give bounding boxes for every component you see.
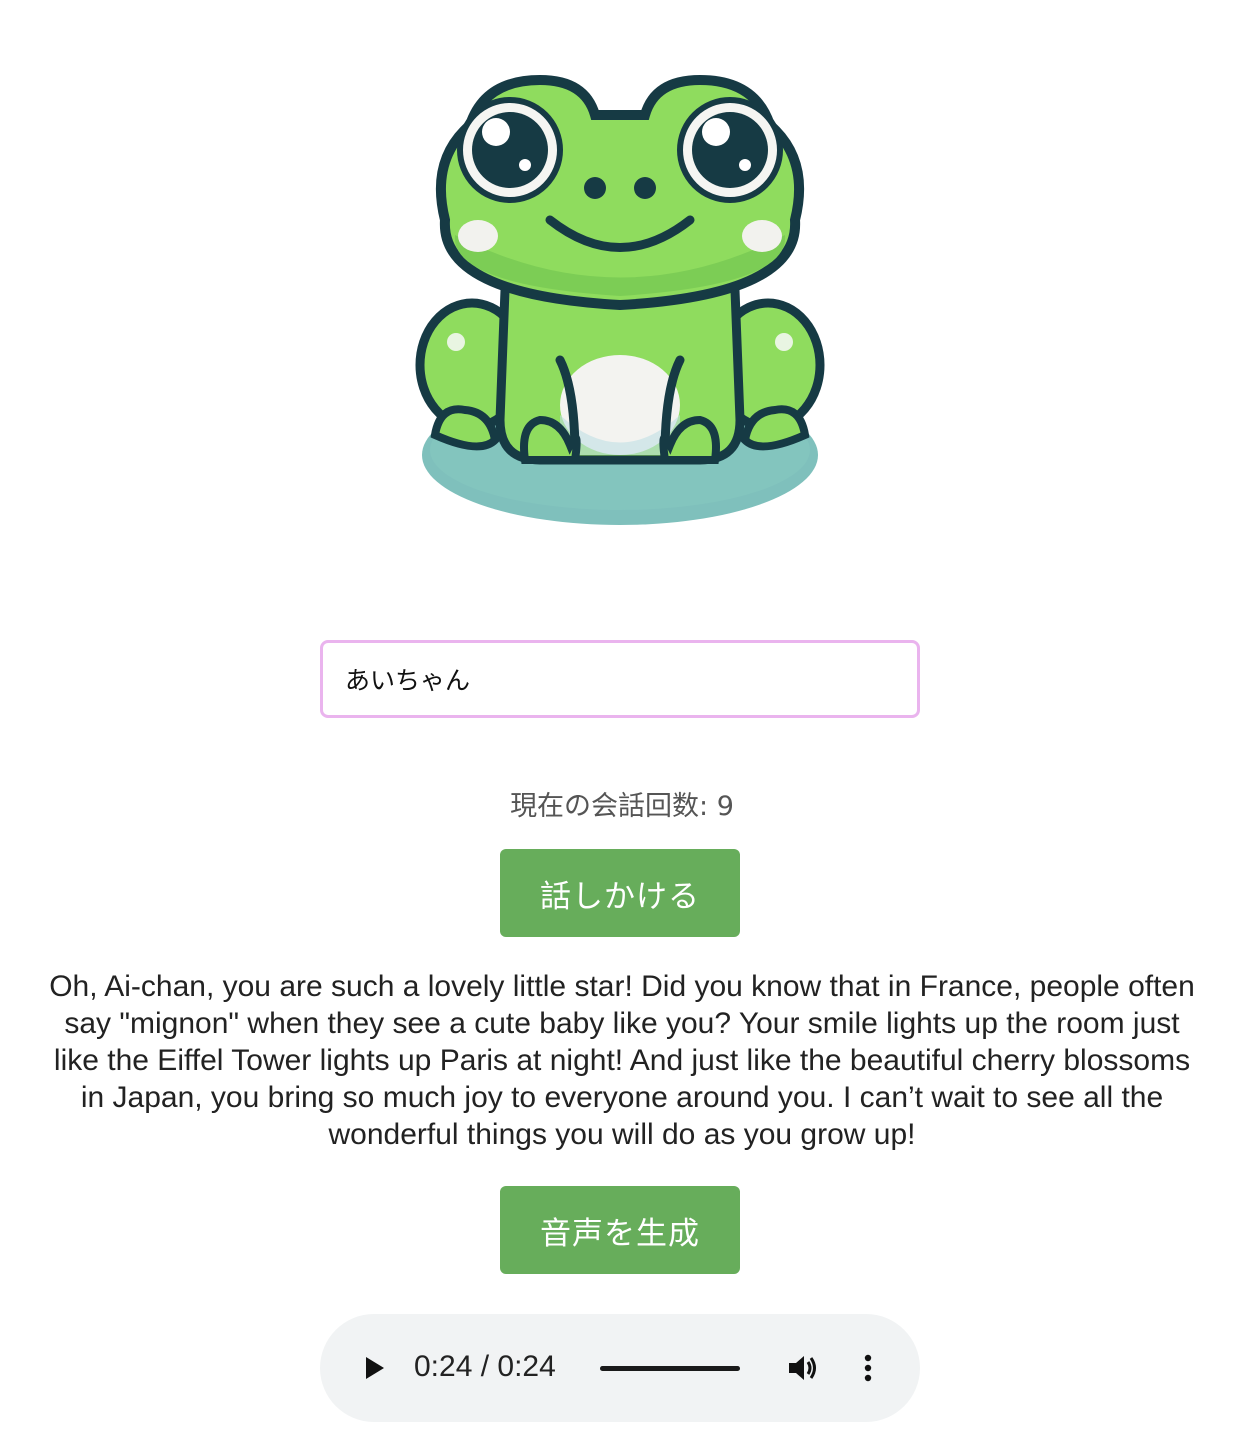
page: 現在の会話回数: 9 話しかける Oh, Ai-chan, you are su… <box>0 0 1244 1456</box>
reply-text: Oh, Ai-chan, you are such a lovely littl… <box>49 970 1195 1151</box>
volume-icon[interactable] <box>786 1352 820 1384</box>
more-options-icon[interactable] <box>856 1352 880 1384</box>
audio-player: 0:24 / 0:24 <box>320 1314 920 1422</box>
audio-time-display: 0:24 / 0:24 <box>414 1350 556 1383</box>
talk-button[interactable]: 話しかける <box>500 849 740 937</box>
generate-voice-button[interactable]: 音声を生成 <box>500 1186 740 1274</box>
conversation-count: 現在の会話回数: 9 <box>510 791 734 822</box>
play-icon[interactable] <box>362 1354 388 1382</box>
name-input[interactable] <box>320 640 920 718</box>
audio-progress-track[interactable] <box>600 1363 740 1373</box>
frog-mascot-icon <box>410 60 830 540</box>
audio-progress-fill <box>600 1366 740 1371</box>
